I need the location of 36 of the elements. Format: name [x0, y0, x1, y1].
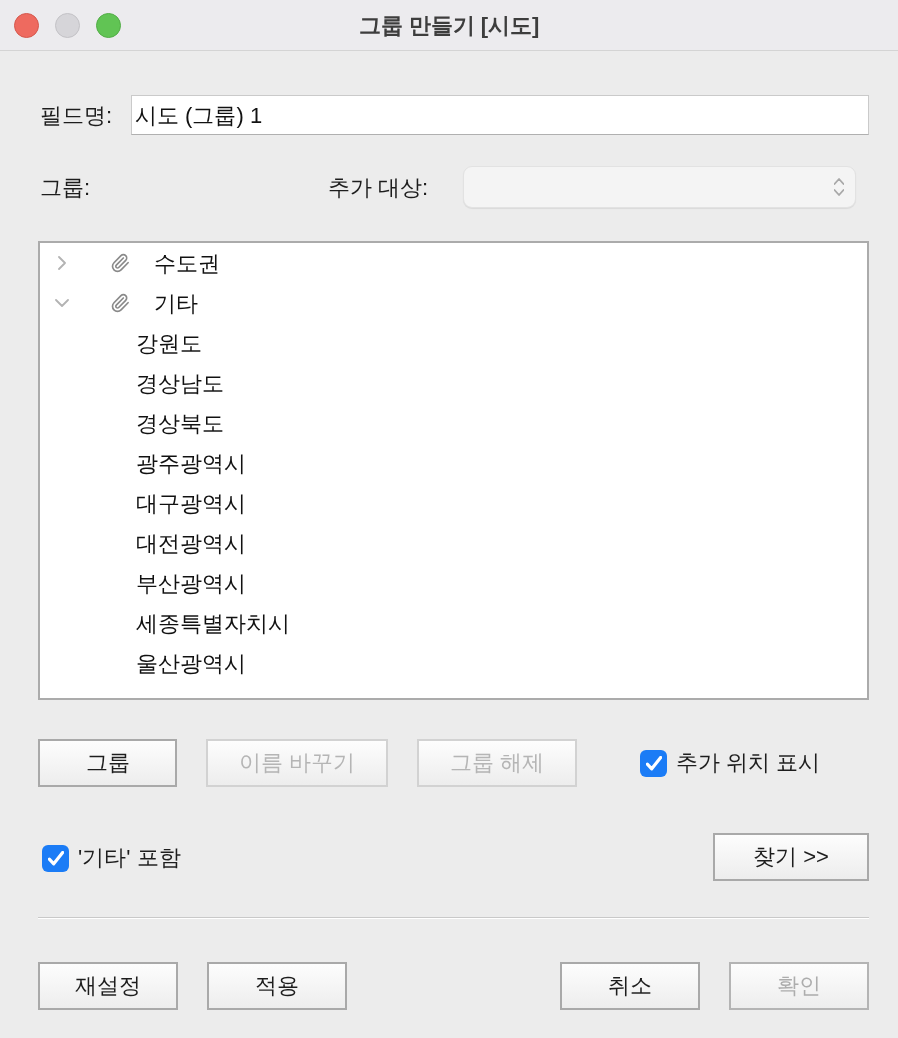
minimize-button[interactable]: [55, 13, 80, 38]
paperclip-icon: [110, 253, 130, 273]
tree-item-label[interactable]: 기타: [154, 286, 198, 320]
chevron-right-icon[interactable]: [58, 256, 66, 270]
window-title: 그룹 만들기 [시도]: [358, 11, 540, 40]
push-button[interactable]: 취소: [560, 962, 700, 1010]
checkbox[interactable]: [640, 749, 667, 777]
tree-item-label[interactable]: 세종특별자치시: [136, 606, 290, 640]
checkmark-icon: [645, 755, 662, 771]
tree-item-label[interactable]: 강원도: [136, 326, 202, 360]
close-button[interactable]: [14, 13, 39, 38]
push-button[interactable]: 그룹: [38, 739, 177, 787]
paperclip-icon: [110, 293, 130, 313]
chevron-down-icon[interactable]: [55, 299, 69, 307]
field-label: 추가 대상:: [328, 173, 430, 202]
tree-item-label[interactable]: 대전광역시: [136, 526, 246, 560]
up-down-chevron-icon: [834, 178, 844, 196]
checkmark-icon: [47, 850, 64, 866]
checkbox-label[interactable]: '기타' 포함: [78, 847, 181, 869]
push-button[interactable]: 적용: [207, 962, 347, 1010]
tree-item-label[interactable]: 수도권: [154, 246, 220, 280]
text-input[interactable]: 시도 (그룹) 1: [131, 95, 869, 135]
tree-item-label[interactable]: 울산광역시: [136, 646, 246, 680]
tree-item-label[interactable]: 경상남도: [136, 366, 224, 400]
checkbox[interactable]: [42, 844, 69, 872]
push-button[interactable]: 재설정: [38, 962, 178, 1010]
find-button[interactable]: 찾기 >>: [713, 833, 869, 881]
tree-item-label[interactable]: 대구광역시: [136, 486, 246, 520]
tree-item-label[interactable]: 광주광역시: [136, 446, 246, 480]
tree-item-label[interactable]: 경상북도: [136, 406, 224, 440]
checkbox-label[interactable]: 추가 위치 표시: [676, 752, 821, 774]
field-label: 그룹:: [39, 173, 92, 202]
field-label: 필드명:: [39, 101, 114, 130]
tree-item-label[interactable]: 부산광역시: [136, 566, 246, 600]
zoom-button[interactable]: [96, 13, 121, 38]
dropdown-select[interactable]: [463, 166, 856, 208]
